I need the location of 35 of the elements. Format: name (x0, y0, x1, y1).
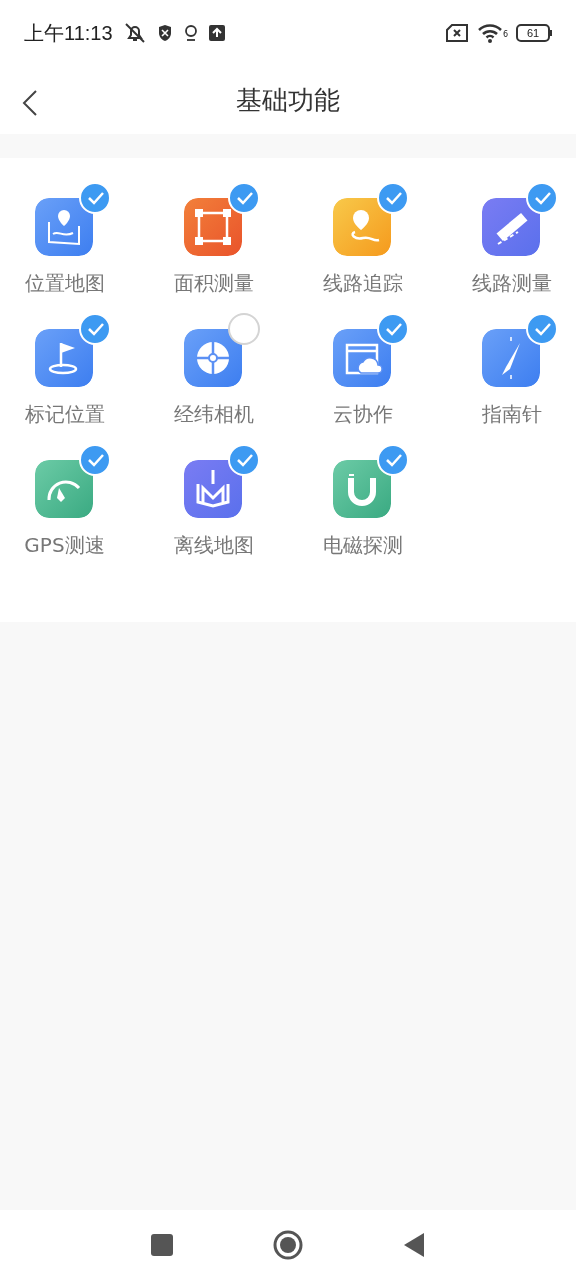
check-circle[interactable] (227, 313, 260, 345)
area-app-icon[interactable] (183, 198, 242, 256)
function-label: 经纬相机 (173, 401, 254, 428)
function-label: 离线地图 (173, 532, 254, 559)
map-app-icon[interactable] (34, 198, 93, 256)
globe-app-icon[interactable] (183, 329, 242, 387)
flag-app-icon[interactable] (34, 329, 93, 387)
battery-level: 61 (516, 24, 550, 42)
shield-icon (156, 24, 173, 42)
compass-app-icon[interactable] (481, 329, 540, 387)
muted-bell-icon (122, 22, 147, 44)
back-nav-button[interactable] (403, 1232, 425, 1258)
gauge-app-icon[interactable] (34, 460, 93, 518)
magnet-app-icon[interactable] (332, 460, 391, 518)
cloud-app-icon[interactable] (332, 329, 391, 387)
upload-icon (208, 25, 225, 41)
no-sim-icon (444, 24, 469, 42)
home-button[interactable] (273, 1230, 303, 1260)
track-app-icon[interactable] (332, 198, 391, 256)
wifi-icon (476, 23, 503, 43)
function-label: 电磁探测 (322, 532, 403, 559)
wifi-generation-label: 6 (502, 30, 508, 39)
function-label: GPS测速 (24, 532, 105, 559)
function-label: 云协作 (332, 401, 393, 428)
download-app-icon[interactable] (183, 460, 242, 518)
function-label: 线路追踪 (322, 270, 403, 297)
function-label: 线路测量 (471, 270, 552, 297)
function-label: 位置地图 (24, 270, 105, 297)
ruler-app-icon[interactable] (481, 198, 540, 256)
function-label: 面积测量 (173, 270, 254, 297)
function-label: 指南针 (481, 401, 542, 428)
function-label: 标记位置 (24, 401, 105, 428)
page-title: 基础功能 (236, 83, 340, 117)
status-time: 上午11:13 (24, 20, 113, 46)
recents-button[interactable] (151, 1234, 173, 1256)
